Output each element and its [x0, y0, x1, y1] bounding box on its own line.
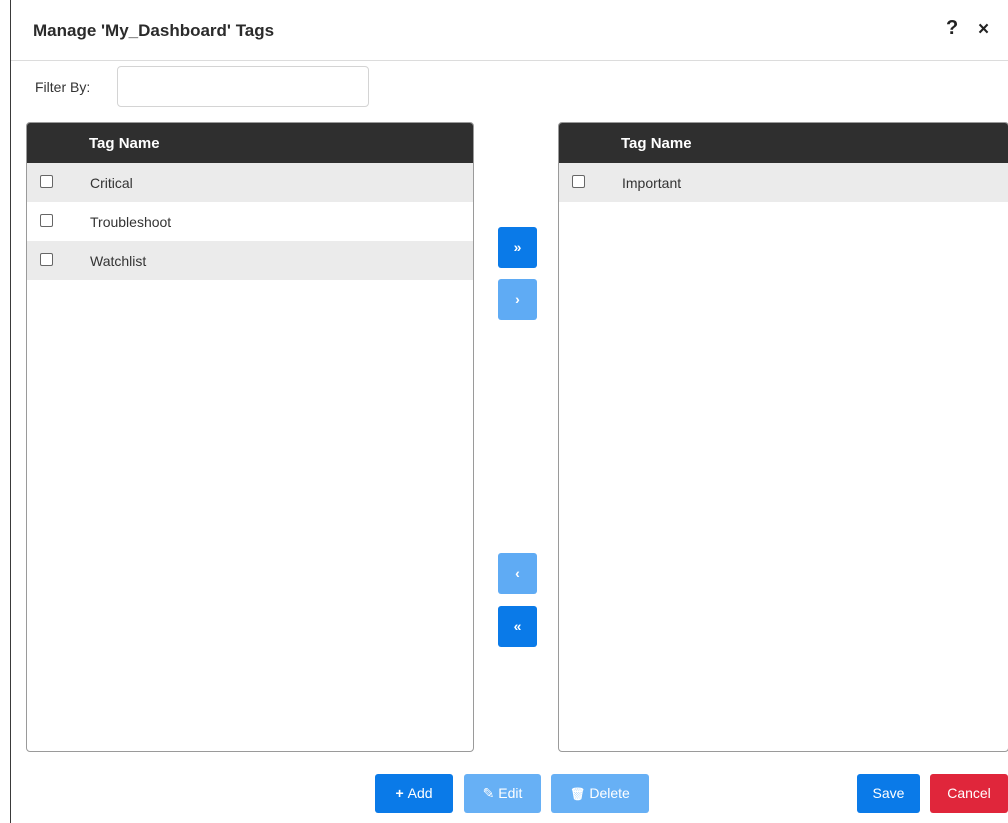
save-button[interactable]: Save [857, 774, 920, 813]
tag-label: Troubleshoot [90, 214, 172, 230]
tag-label: Watchlist [90, 253, 147, 269]
manage-tags-dialog: Manage 'My_Dashboard' Tags ? × Filter By… [10, 0, 1008, 823]
chevron-right-icon: › [515, 291, 520, 307]
save-button-label: Save [872, 785, 905, 801]
list-item[interactable]: Watchlist [27, 241, 473, 280]
row-checkbox[interactable] [40, 253, 53, 266]
row-checkbox[interactable] [572, 175, 585, 188]
cancel-button[interactable]: Cancel [930, 774, 1008, 813]
available-tags-list: Tag Name Critical Troubleshoot Watchlist [26, 122, 474, 752]
filter-input[interactable] [117, 66, 369, 107]
filter-label: Filter By: [35, 79, 91, 95]
column-header-tag-name: Tag Name [621, 135, 692, 152]
close-icon[interactable]: × [978, 19, 989, 41]
move-all-right-button[interactable]: » [498, 227, 537, 268]
move-all-left-button[interactable]: « [498, 606, 537, 647]
available-tags-header: Tag Name [27, 123, 473, 163]
chevron-left-icon: ‹ [515, 565, 520, 581]
delete-button[interactable]: 🗑 Delete [551, 774, 649, 813]
selected-tags-list: Tag Name Important [558, 122, 1008, 752]
dialog-titlebar: Manage 'My_Dashboard' Tags ? × [11, 0, 1008, 61]
row-checkbox[interactable] [40, 214, 53, 227]
add-button[interactable]: + Add [375, 774, 453, 813]
double-chevron-left-icon: « [513, 618, 522, 634]
selected-tags-header: Tag Name [559, 123, 1008, 163]
delete-button-label: Delete [589, 785, 630, 801]
list-item[interactable]: Critical [27, 163, 473, 202]
double-chevron-right-icon: » [513, 239, 522, 255]
row-checkbox[interactable] [40, 175, 53, 188]
pencil-icon: ✎ [482, 785, 495, 801]
cancel-button-label: Cancel [947, 785, 991, 801]
edit-button-label: Edit [498, 785, 523, 801]
dialog-title: Manage 'My_Dashboard' Tags [33, 21, 275, 40]
edit-button[interactable]: ✎ Edit [464, 774, 541, 813]
tag-label: Important [622, 175, 682, 191]
move-right-button[interactable]: › [498, 279, 537, 320]
list-item[interactable]: Troubleshoot [27, 202, 473, 241]
add-button-label: Add [407, 785, 433, 801]
column-header-tag-name: Tag Name [89, 135, 160, 152]
trash-icon: 🗑 [570, 787, 586, 801]
plus-icon: + [395, 785, 404, 801]
tag-label: Critical [90, 175, 133, 191]
move-left-button[interactable]: ‹ [498, 553, 537, 594]
list-item[interactable]: Important [559, 163, 1008, 202]
help-icon[interactable]: ? [946, 17, 958, 40]
